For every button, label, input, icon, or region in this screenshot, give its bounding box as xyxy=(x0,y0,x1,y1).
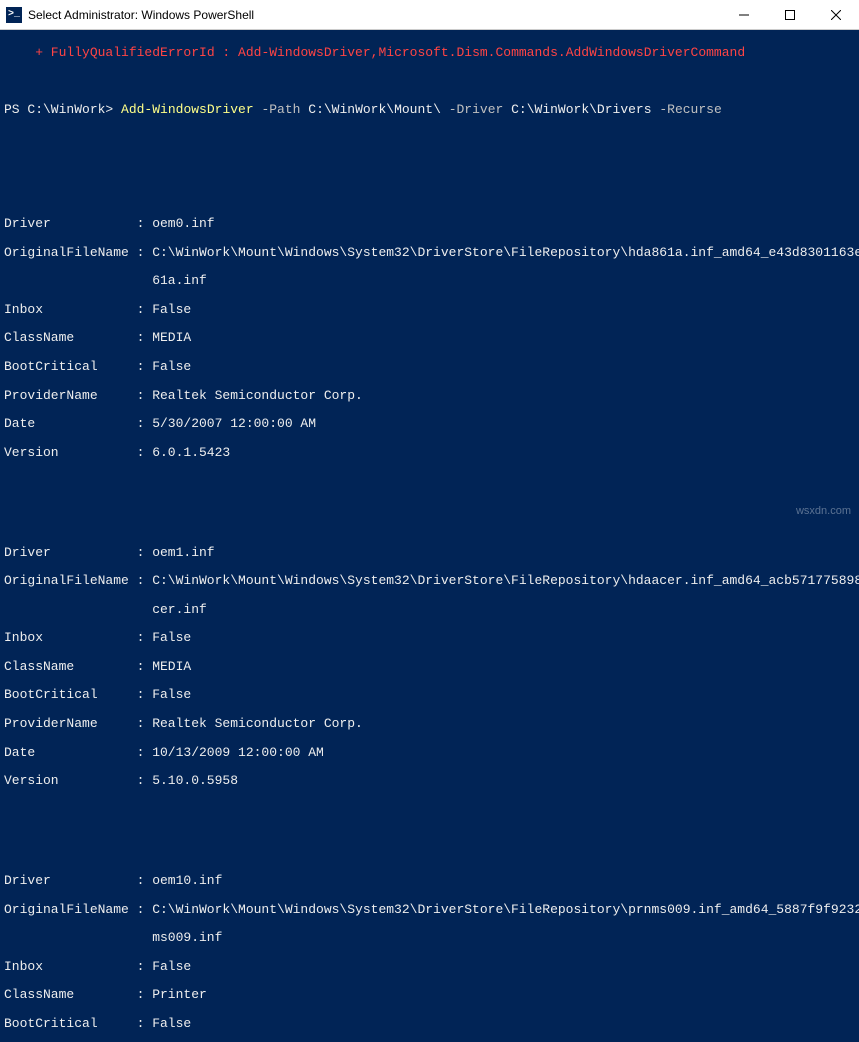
param-recurse: -Recurse xyxy=(652,102,722,117)
row-classname: ClassName: MEDIA xyxy=(4,660,855,674)
output-block-2: Driver: oem10.inf OriginalFileName: C:\W… xyxy=(4,860,855,1042)
row-originalfilename: OriginalFileName: C:\WinWork\Mount\Windo… xyxy=(4,903,855,917)
output-block-1: Driver: oem1.inf OriginalFileName: C:\Wi… xyxy=(4,531,855,803)
cmdlet: Add-WindowsDriver xyxy=(121,102,254,117)
param-path: -Path xyxy=(254,102,309,117)
blank-line xyxy=(4,75,855,89)
close-button[interactable] xyxy=(813,0,859,29)
row-originalfilename-cont: cer.inf xyxy=(4,603,855,617)
title-bar: >_ Select Administrator: Windows PowerSh… xyxy=(0,0,859,30)
row-bootcritical: BootCritical: False xyxy=(4,1017,855,1031)
row-driver: Driver: oem10.inf xyxy=(4,874,855,888)
arg-driver: C:\WinWork\Drivers xyxy=(511,102,651,117)
row-providername: ProviderName: Realtek Semiconductor Corp… xyxy=(4,389,855,403)
row-bootcritical: BootCritical: False xyxy=(4,688,855,702)
maximize-button[interactable] xyxy=(767,0,813,29)
blank-line xyxy=(4,160,855,174)
watermark: wsxdn.com xyxy=(796,505,851,517)
row-originalfilename: OriginalFileName: C:\WinWork\Mount\Windo… xyxy=(4,246,855,260)
row-version: Version: 6.0.1.5423 xyxy=(4,446,855,460)
minimize-button[interactable] xyxy=(721,0,767,29)
error-line: + FullyQualifiedErrorId : Add-WindowsDri… xyxy=(4,46,855,60)
row-date: Date: 5/30/2007 12:00:00 AM xyxy=(4,417,855,431)
param-driver: -Driver xyxy=(441,102,511,117)
window-title: Select Administrator: Windows PowerShell xyxy=(28,8,721,22)
arg-path: C:\WinWork\Mount\ xyxy=(308,102,441,117)
row-originalfilename-cont: ms009.inf xyxy=(4,931,855,945)
row-inbox: Inbox: False xyxy=(4,960,855,974)
command-line: PS C:\WinWork> Add-WindowsDriver -Path C… xyxy=(4,103,855,117)
row-bootcritical: BootCritical: False xyxy=(4,360,855,374)
row-driver: Driver: oem1.inf xyxy=(4,546,855,560)
blank-line xyxy=(4,817,855,831)
row-originalfilename-cont: 61a.inf xyxy=(4,274,855,288)
window-controls xyxy=(721,0,859,29)
output-block-0: Driver: oem0.inf OriginalFileName: C:\Wi… xyxy=(4,203,855,475)
row-inbox: Inbox: False xyxy=(4,303,855,317)
blank-line xyxy=(4,132,855,146)
row-classname: ClassName: MEDIA xyxy=(4,331,855,345)
row-inbox: Inbox: False xyxy=(4,631,855,645)
row-date: Date: 10/13/2009 12:00:00 AM xyxy=(4,746,855,760)
row-providername: ProviderName: Realtek Semiconductor Corp… xyxy=(4,717,855,731)
prompt: PS C:\WinWork> xyxy=(4,102,121,117)
terminal-area[interactable]: + FullyQualifiedErrorId : Add-WindowsDri… xyxy=(0,30,859,1042)
blank-line xyxy=(4,489,855,503)
row-originalfilename: OriginalFileName: C:\WinWork\Mount\Windo… xyxy=(4,574,855,588)
row-driver: Driver: oem0.inf xyxy=(4,217,855,231)
powershell-icon: >_ xyxy=(6,7,22,23)
row-classname: ClassName: Printer xyxy=(4,988,855,1002)
row-version: Version: 5.10.0.5958 xyxy=(4,774,855,788)
